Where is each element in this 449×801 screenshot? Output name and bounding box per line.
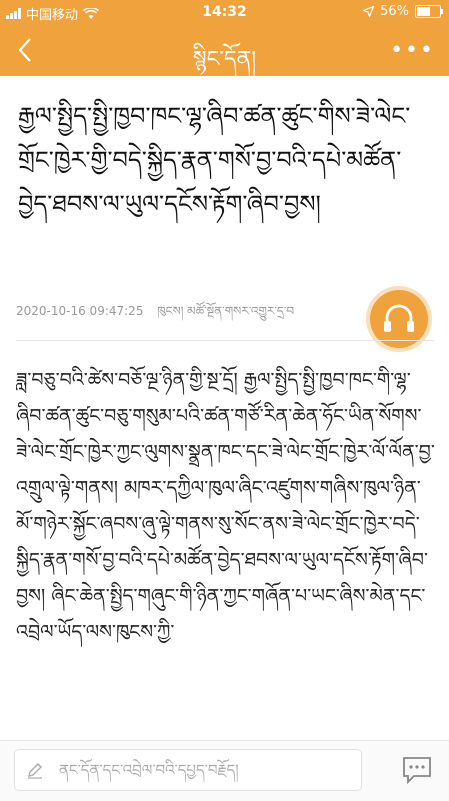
back-arrow-icon[interactable] (14, 36, 40, 64)
article-date: 2020-10-16 09:47:25 (16, 304, 144, 318)
pencil-icon (28, 763, 42, 779)
location-arrow-icon (363, 6, 375, 17)
article-title: རྒྱལ་སྤྱིད་སྤྱི་ཁྱབ་ཁང་ལྷ་ཞིབ་ཚན་ཚུང་གིས… (18, 102, 411, 218)
article-body: ཟླ་བཅུ་བའི་ཚེས་བཅོ་ལྔ་ཉིན་གྱི་སྔ་དྲོ། རྒ… (16, 369, 435, 643)
comment-bar (0, 740, 449, 801)
more-options-icon[interactable]: ••• (390, 38, 435, 63)
status-bar: 中国移动 14:32 56% (0, 0, 449, 24)
battery-icon (415, 5, 443, 18)
article-meta: 2020-10-16 09:47:25 ཁུངས། མཚོ་སྔོན་གསར་འ… (16, 298, 304, 332)
comment-input[interactable] (57, 750, 357, 790)
chat-bubble-icon[interactable] (401, 755, 433, 785)
page-title: སྙིང་དོན། (192, 47, 257, 72)
article-source: ཁུངས། མཚོ་སྔོན་གསར་འགྱུར་དྲ་བ (157, 304, 295, 318)
comment-box[interactable] (14, 749, 362, 791)
divider (16, 340, 434, 341)
status-right: 56% (363, 4, 443, 19)
battery-percent: 56% (380, 4, 409, 19)
nav-bar: སྙིང་དོན། ••• (0, 24, 449, 76)
